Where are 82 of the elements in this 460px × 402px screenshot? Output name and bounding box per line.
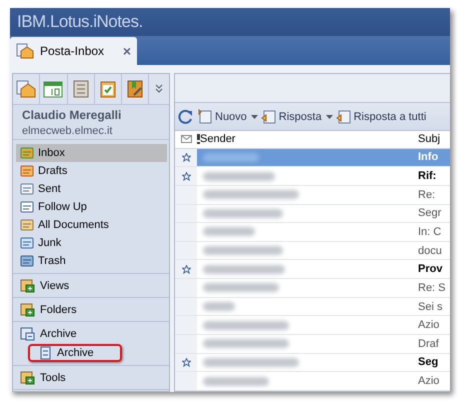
archive-item[interactable]: Archive: [28, 344, 122, 362]
document-icon: [197, 108, 213, 125]
user-name: Claudio Meregalli: [22, 108, 122, 122]
blurred-sender: [203, 172, 275, 181]
toolbar-button[interactable]: Nuovo: [196, 108, 259, 125]
subject-text: Re:: [418, 188, 436, 201]
nav-label: Follow Up: [38, 201, 87, 213]
subject-text: Azio: [418, 375, 440, 388]
star-icon[interactable]: [182, 358, 190, 367]
nav-item[interactable]: Follow Up: [16, 198, 167, 216]
blurred-sender: [203, 376, 269, 386]
caret-icon[interactable]: [326, 114, 333, 119]
message-row[interactable]: Prov: [175, 260, 450, 280]
archive-label: Archive: [57, 347, 94, 359]
nav-item[interactable]: Drafts: [16, 162, 167, 180]
expand-folder-icon[interactable]: [20, 303, 36, 317]
refresh-button[interactable]: [177, 108, 195, 125]
column-header[interactable]: Sender: [200, 133, 236, 146]
subject-text: Seg: [418, 356, 440, 368]
message-row[interactable]: Re: S: [175, 279, 450, 298]
star-icon[interactable]: [182, 152, 190, 162]
notebook-icon[interactable]: [122, 74, 150, 104]
blurred-sender: [203, 302, 235, 312]
section-label[interactable]: Tools: [40, 372, 66, 384]
priority-icon: [197, 134, 200, 144]
nav-item[interactable]: All Documents: [16, 216, 167, 234]
nav-label: Junk: [38, 237, 62, 249]
clipboard-check-icon[interactable]: [94, 74, 122, 104]
section-label[interactable]: Folders: [40, 304, 77, 316]
message-row[interactable]: Segr: [175, 204, 450, 224]
server-name: elmecweb.elmec.it: [22, 124, 114, 136]
nav-label: All Documents: [38, 219, 109, 231]
message-row[interactable]: Re:: [175, 186, 450, 204]
nav-label: Inbox: [38, 147, 65, 159]
nav-item[interactable]: Sent: [16, 180, 167, 198]
subject-text: Prov: [418, 263, 444, 276]
document-icon: [336, 108, 352, 125]
subject-text: Re: S: [418, 282, 447, 294]
blurred-sender: [203, 227, 255, 236]
message-row[interactable]: docu: [175, 242, 450, 260]
calendar-icon[interactable]: [40, 74, 68, 104]
tab-label: Posta-Inbox: [40, 44, 104, 58]
message-row[interactable]: Rif:: [175, 167, 450, 186]
toolbar-button[interactable]: Risposta a tutti: [334, 108, 428, 125]
message-row[interactable]: Azio: [175, 316, 450, 335]
subject-text: Sei s: [418, 300, 444, 313]
message-row[interactable]: Sei s: [175, 298, 450, 316]
message-row[interactable]: Seg: [175, 354, 450, 372]
subject-text: Azio: [418, 319, 440, 332]
document-icon: [260, 108, 277, 125]
caret-icon[interactable]: [250, 114, 258, 119]
expand-folder-icon[interactable]: [20, 371, 36, 385]
section-label[interactable]: Archive: [40, 328, 77, 340]
column-header[interactable]: Subj: [418, 133, 448, 146]
subject-text: Segr: [418, 207, 442, 220]
section-label[interactable]: Views: [40, 280, 70, 292]
close-button[interactable]: ×: [122, 43, 131, 59]
more-chevron-icon[interactable]: [149, 74, 169, 104]
toolbar-button[interactable]: Risposta: [260, 108, 334, 125]
subject-text: In: C: [418, 226, 442, 238]
tab[interactable]: Posta-Inbox ×: [10, 37, 137, 65]
collapse-folder-icon[interactable]: [20, 327, 36, 341]
blurred-sender: [203, 152, 259, 162]
address-book-icon[interactable]: [68, 74, 95, 104]
document-icon: [40, 346, 51, 360]
subject-text: Draf: [418, 338, 440, 350]
app-title: IBM.Lotus.iNotes.: [17, 12, 143, 32]
nav-label: Drafts: [38, 165, 68, 177]
nav-item[interactable]: Junk: [16, 234, 167, 252]
star-icon[interactable]: [182, 264, 190, 274]
expand-folder-icon[interactable]: [20, 279, 36, 293]
star-icon[interactable]: [182, 172, 190, 181]
message-row[interactable]: Draf: [175, 334, 450, 354]
subject-text: Info: [418, 151, 440, 164]
message-row[interactable]: In: C: [175, 223, 450, 242]
subject-text: Rif:: [418, 170, 438, 182]
subject-text: docu: [418, 244, 443, 257]
nav-label: Trash: [38, 255, 66, 267]
message-row[interactable]: Azio: [175, 372, 450, 391]
nav-item[interactable]: Trash: [16, 252, 167, 270]
nav-item[interactable]: Inbox: [16, 144, 167, 162]
nav-label: Sent: [38, 183, 61, 195]
